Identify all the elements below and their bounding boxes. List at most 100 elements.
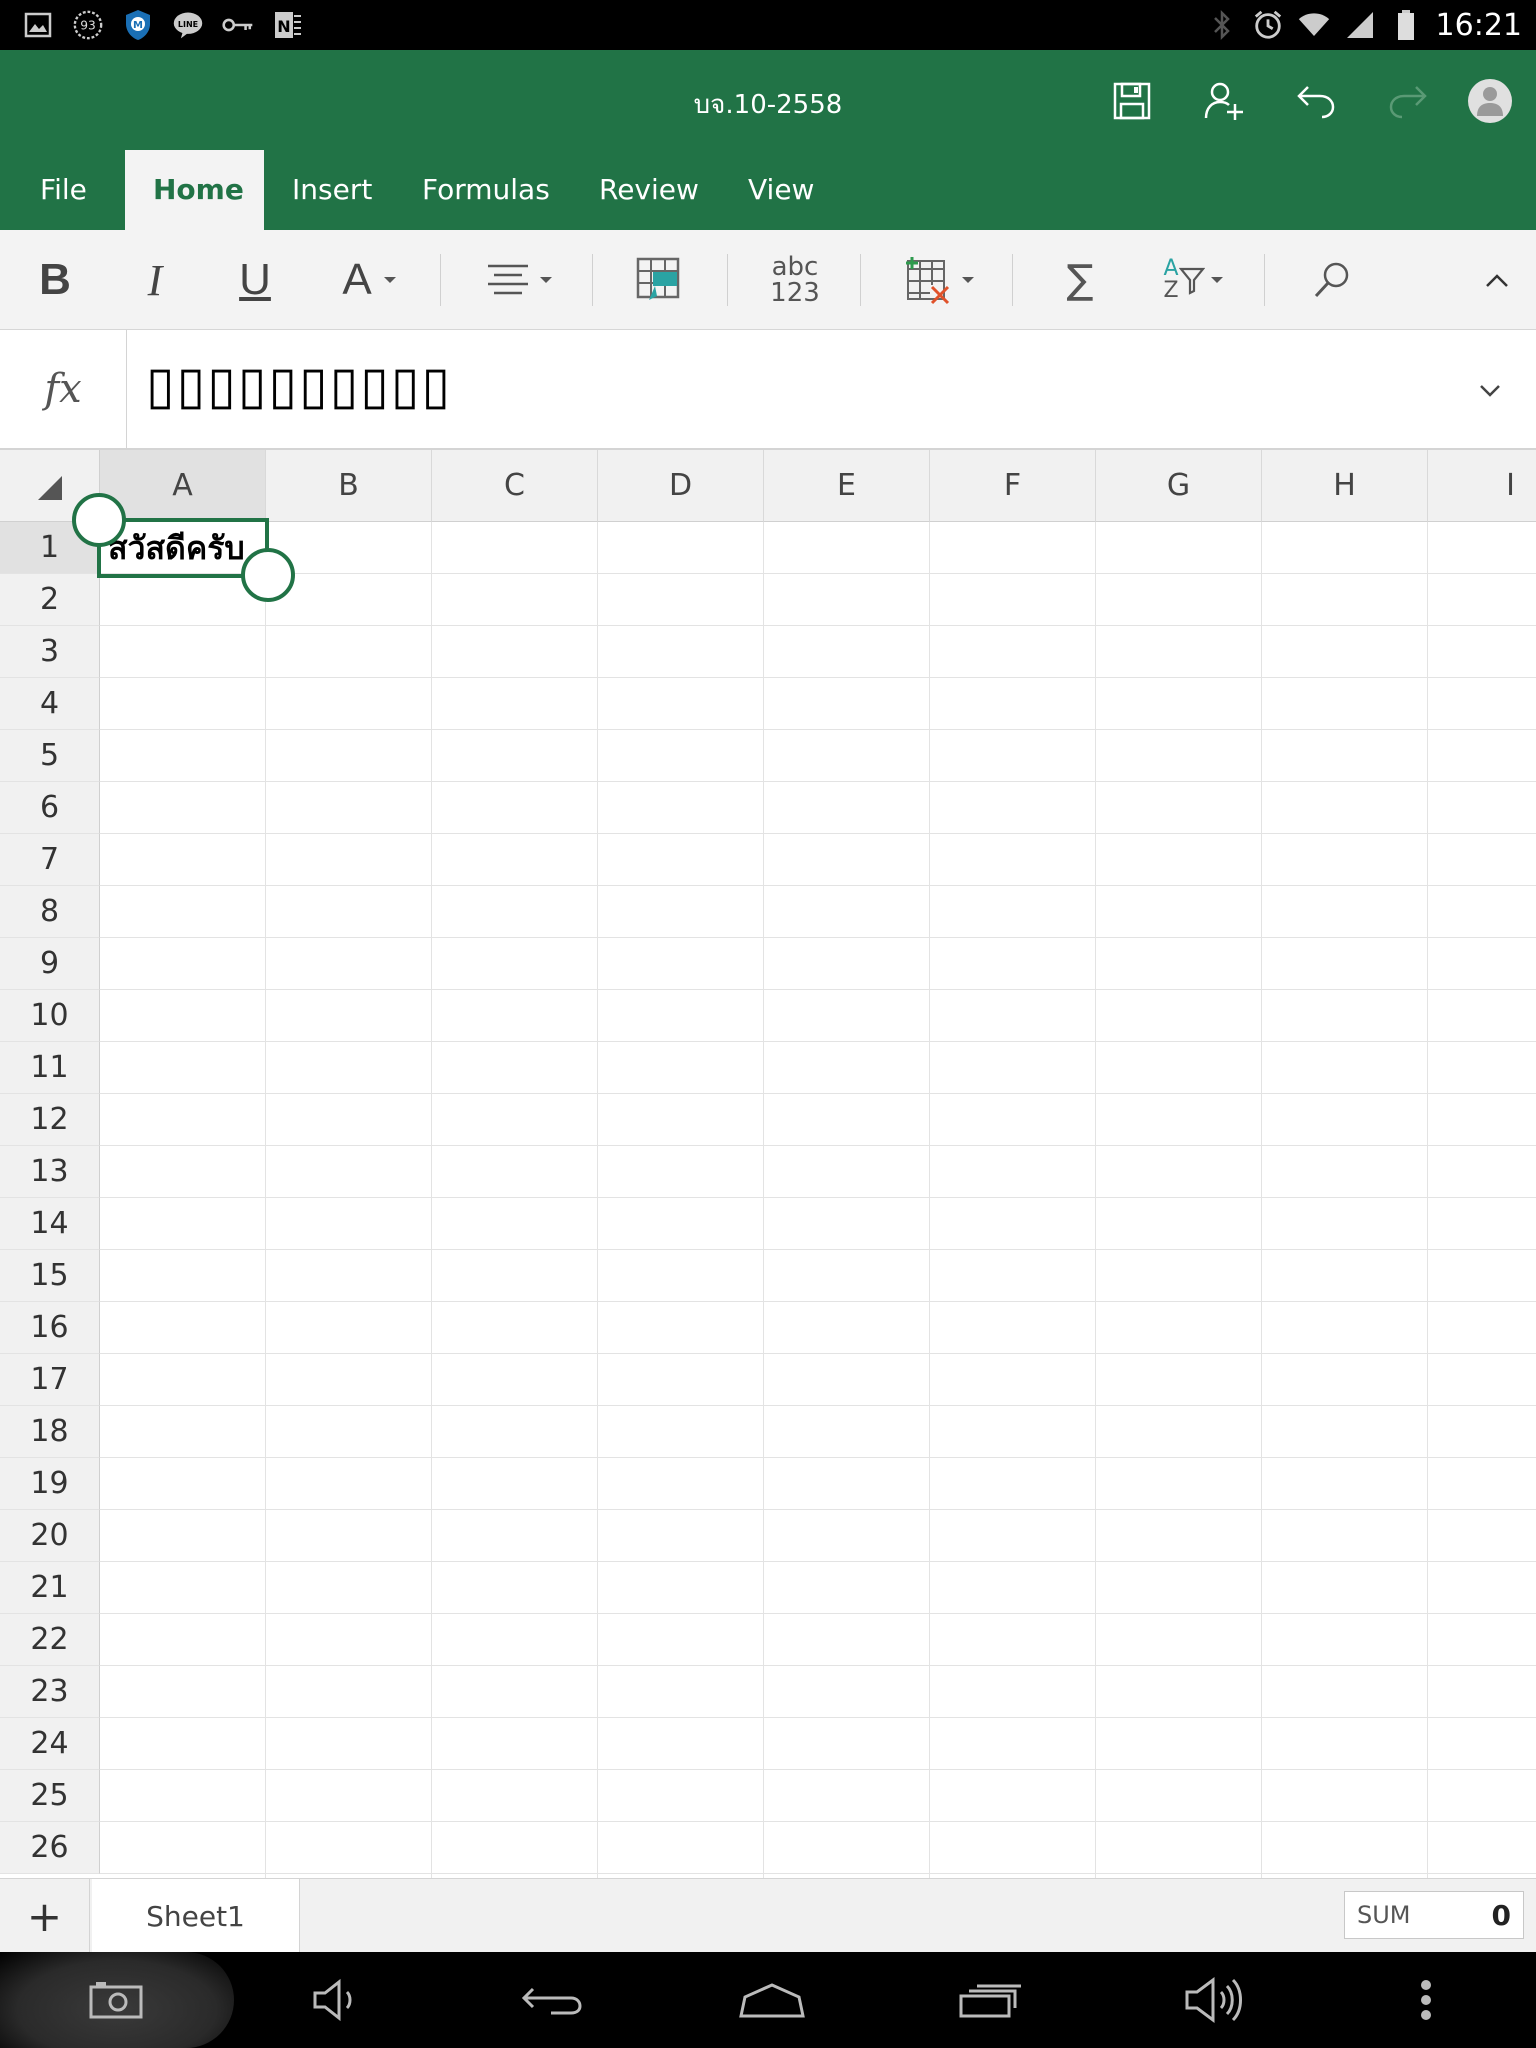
- row-header-24[interactable]: 24: [0, 1718, 100, 1770]
- font-color-button[interactable]: A: [330, 250, 410, 310]
- italic-button[interactable]: I: [130, 250, 180, 310]
- column-header-e[interactable]: E: [764, 450, 930, 522]
- save-icon[interactable]: [1105, 74, 1159, 128]
- row-header-8[interactable]: 8: [0, 886, 100, 938]
- row-header-11[interactable]: 11: [0, 1042, 100, 1094]
- recent-apps-icon[interactable]: [950, 1966, 1030, 2034]
- row-header-22[interactable]: 22: [0, 1614, 100, 1666]
- number-format-button[interactable]: abc 123: [762, 250, 828, 310]
- row-gridline: [100, 1197, 1536, 1198]
- more-icon[interactable]: [1386, 1966, 1466, 2034]
- redo-icon[interactable]: [1381, 74, 1435, 128]
- status-sum[interactable]: SUM 0: [1344, 1891, 1524, 1939]
- row-header-6[interactable]: 6: [0, 782, 100, 834]
- count-badge-icon: 93: [72, 9, 104, 41]
- row-gridline: [100, 1509, 1536, 1510]
- formula-bar: fx ▯▯▯▯▯▯▯▯▯▯: [0, 330, 1536, 450]
- status-time: 16:21: [1435, 7, 1522, 43]
- screenshot-icon[interactable]: [76, 1966, 156, 2034]
- row-header-20[interactable]: 20: [0, 1510, 100, 1562]
- sum-value: 0: [1491, 1898, 1511, 1932]
- formula-input[interactable]: ▯▯▯▯▯▯▯▯▯▯: [146, 356, 452, 416]
- row-header-3[interactable]: 3: [0, 626, 100, 678]
- tab-home[interactable]: Home: [125, 150, 264, 230]
- search-icon: [1314, 262, 1349, 298]
- underline-button[interactable]: U: [230, 250, 280, 310]
- fx-label[interactable]: fx: [0, 330, 127, 448]
- row-header-17[interactable]: 17: [0, 1354, 100, 1406]
- column-header-a[interactable]: A: [100, 450, 266, 522]
- column-header-c[interactable]: C: [432, 450, 598, 522]
- column-header-g[interactable]: G: [1096, 450, 1262, 522]
- row-gridline: [100, 729, 1536, 730]
- row-header-26[interactable]: 26: [0, 1822, 100, 1874]
- ribbon-divider: [860, 254, 861, 306]
- column-gridline: [597, 522, 598, 1878]
- find-button[interactable]: [1304, 250, 1360, 310]
- row-header-10[interactable]: 10: [0, 990, 100, 1042]
- row-header-9[interactable]: 9: [0, 938, 100, 990]
- row-header-19[interactable]: 19: [0, 1458, 100, 1510]
- row-header-7[interactable]: 7: [0, 834, 100, 886]
- cell-styles-button[interactable]: [632, 250, 688, 310]
- row-gridline: [100, 1405, 1536, 1406]
- tab-review[interactable]: Review: [571, 150, 727, 230]
- row-gridline: [100, 1613, 1536, 1614]
- row-header-2[interactable]: 2: [0, 574, 100, 626]
- volume-down-icon[interactable]: [296, 1966, 376, 2034]
- ribbon-divider: [1012, 254, 1013, 306]
- column-header-f[interactable]: F: [930, 450, 1096, 522]
- column-header-d[interactable]: D: [598, 450, 764, 522]
- add-sheet-button[interactable]: +: [0, 1879, 90, 1953]
- ribbon-divider: [1264, 254, 1265, 306]
- image-icon: [22, 9, 54, 41]
- share-icon[interactable]: [1197, 74, 1251, 128]
- align-button[interactable]: [480, 250, 560, 310]
- column-gridline: [1095, 522, 1096, 1878]
- tab-insert[interactable]: Insert: [264, 150, 400, 230]
- row-header-4[interactable]: 4: [0, 678, 100, 730]
- home-icon[interactable]: [732, 1966, 812, 2034]
- insert-delete-cells-button[interactable]: [900, 250, 980, 310]
- spreadsheet-grid[interactable]: ABCDEFGHI 1 2 3 4 5 6 7 8 9 10 11 12 13 14 15 16 17 18 19 2…: [0, 450, 1536, 1878]
- column-header-i[interactable]: I: [1428, 450, 1536, 522]
- row-header-14[interactable]: 14: [0, 1198, 100, 1250]
- undo-icon[interactable]: [1289, 74, 1343, 128]
- row-header-13[interactable]: 13: [0, 1146, 100, 1198]
- row-header-18[interactable]: 18: [0, 1406, 100, 1458]
- column-header-b[interactable]: B: [266, 450, 432, 522]
- column-gridline: [431, 522, 432, 1878]
- row-gridline: [100, 989, 1536, 990]
- column-gridline: [1261, 522, 1262, 1878]
- selection-handle-end[interactable]: [241, 548, 295, 602]
- bold-button[interactable]: B: [30, 250, 80, 310]
- ribbon-tabs: File Home Insert Formulas Review View: [0, 150, 1536, 230]
- sheet-tab[interactable]: Sheet1: [92, 1879, 300, 1953]
- volume-up-icon[interactable]: [1176, 1966, 1256, 2034]
- row-header-15[interactable]: 15: [0, 1250, 100, 1302]
- column-header-h[interactable]: H: [1262, 450, 1428, 522]
- sort-filter-button[interactable]: A Z: [1154, 250, 1234, 310]
- row-header-21[interactable]: 21: [0, 1562, 100, 1614]
- tab-file[interactable]: File: [12, 150, 115, 230]
- collapse-ribbon-button[interactable]: [1472, 250, 1522, 310]
- chevron-up-icon: [1486, 274, 1508, 287]
- expand-formula-button[interactable]: [1470, 370, 1510, 410]
- column-gridline: [1427, 522, 1428, 1878]
- tab-formulas[interactable]: Formulas: [394, 150, 578, 230]
- row-header-23[interactable]: 23: [0, 1666, 100, 1718]
- row-header-16[interactable]: 16: [0, 1302, 100, 1354]
- account-avatar-icon[interactable]: [1463, 74, 1517, 128]
- back-icon[interactable]: [512, 1966, 592, 2034]
- tab-view[interactable]: View: [720, 150, 842, 230]
- row-header-5[interactable]: 5: [0, 730, 100, 782]
- row-header-12[interactable]: 12: [0, 1094, 100, 1146]
- row-header-25[interactable]: 25: [0, 1770, 100, 1822]
- selection-handle-start[interactable]: [72, 493, 126, 547]
- format-painter-icon: [636, 257, 680, 300]
- chevron-down-icon: [1480, 385, 1500, 397]
- row-gridline: [100, 781, 1536, 782]
- sum-label: SUM: [1357, 1901, 1411, 1929]
- row-gridline: [100, 1093, 1536, 1094]
- autosum-button[interactable]: ∑: [1052, 250, 1108, 310]
